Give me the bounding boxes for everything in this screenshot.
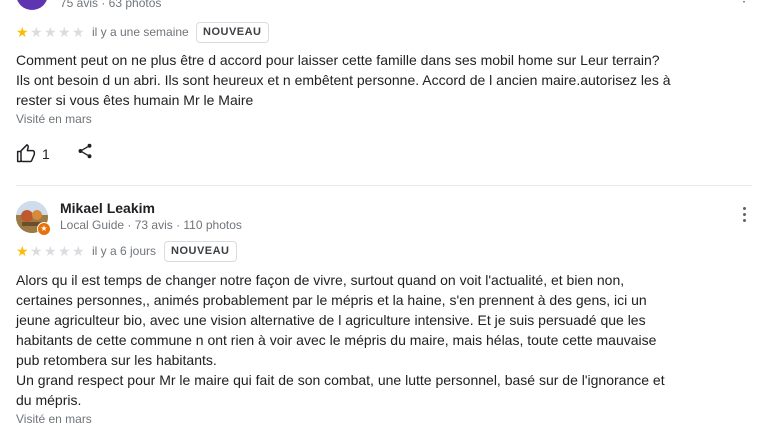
star-empty-icon: ★ — [30, 243, 43, 259]
star-full-icon: ★ — [16, 243, 29, 259]
review-text-line: rester si vous êtes humain Mr le Maire — [16, 92, 254, 108]
like-button[interactable]: 1 — [16, 143, 50, 164]
reviewer-meta: 75 avis · 63 photos — [60, 0, 162, 10]
review-text-line: pub retombera sur les habitants. — [16, 352, 217, 368]
star-rating: ★ ★ ★ ★ ★ — [16, 243, 86, 259]
review-age: il y a une semaine — [92, 25, 189, 39]
star-full-icon: ★ — [16, 24, 29, 40]
review-text-line: habitants de cette commune n ont rien à … — [16, 332, 657, 348]
review-text-line: Un grand respect pour Mr le maire qui fa… — [16, 372, 665, 388]
new-badge: NOUVEAU — [164, 241, 237, 262]
review-age: il y a 6 jours — [92, 244, 157, 258]
reviewer-name[interactable]: Mikael Leakim — [60, 200, 155, 216]
thumbs-up-icon — [16, 143, 36, 162]
more-options-icon[interactable] — [740, 207, 748, 225]
more-options-icon[interactable]: ⋮ — [737, 0, 751, 3]
star-empty-icon: ★ — [72, 24, 85, 40]
star-empty-icon: ★ — [30, 24, 43, 40]
avatar-letter: S — [26, 0, 37, 3]
review-text: Comment peut on ne plus être d accord po… — [16, 50, 696, 110]
visit-date: Visité en mars — [16, 112, 92, 126]
visit-date: Visité en mars — [16, 412, 92, 426]
review-text-line: Comment peut on ne plus être d accord po… — [16, 52, 660, 68]
share-icon — [78, 143, 92, 159]
review-actions: 1 — [16, 142, 94, 165]
star-empty-icon: ★ — [72, 243, 85, 259]
review-divider — [16, 185, 752, 186]
reviewer-avatar[interactable]: S — [16, 0, 48, 10]
reviewer-meta: Local Guide · 73 avis · 110 photos — [60, 218, 242, 232]
new-badge: NOUVEAU — [196, 22, 269, 43]
review-text-line: Ils ont besoin d un abri. Ils sont heure… — [16, 72, 671, 88]
review-text-line: Alors qu il est temps de changer notre f… — [16, 272, 625, 288]
review-text: Alors qu il est temps de changer notre f… — [16, 270, 696, 410]
like-count: 1 — [42, 145, 50, 162]
review-text-line: jeune agriculteur bio, avec une vision a… — [16, 312, 646, 328]
star-empty-icon: ★ — [44, 24, 57, 40]
local-guide-star-icon: ★ — [37, 222, 51, 236]
star-empty-icon: ★ — [44, 243, 57, 259]
star-rating: ★ ★ ★ ★ ★ — [16, 24, 86, 40]
star-empty-icon: ★ — [58, 24, 71, 40]
share-button[interactable] — [76, 142, 94, 165]
star-empty-icon: ★ — [58, 243, 71, 259]
review-text-line: du mépris. — [16, 392, 82, 408]
review-text-line: certaines personnes,, animés probablemen… — [16, 292, 647, 308]
